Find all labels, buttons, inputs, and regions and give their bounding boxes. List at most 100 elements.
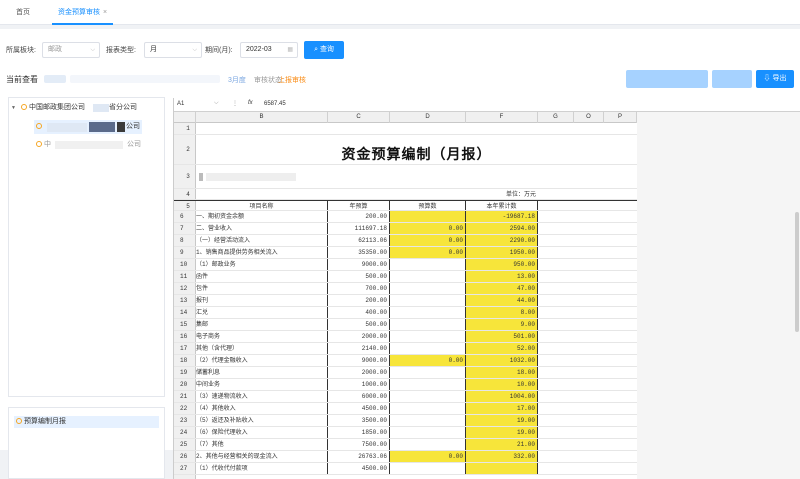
- report-type-select[interactable]: 月 ⌵: [144, 42, 202, 58]
- cell-cumulative[interactable]: 52.00: [466, 343, 538, 354]
- export-button[interactable]: ⇩ 导出: [756, 70, 794, 88]
- cell-annual[interactable]: 7500.00: [328, 439, 390, 450]
- col-o[interactable]: O: [574, 112, 604, 123]
- row-number[interactable]: 21: [180, 391, 196, 402]
- cell-annual[interactable]: 9000.00: [328, 259, 390, 270]
- cell-name[interactable]: 二、营业收入: [196, 223, 328, 234]
- cell-annual[interactable]: 3500.00: [328, 415, 390, 426]
- action-button-1[interactable]: [626, 70, 708, 88]
- cell-cumulative[interactable]: [466, 463, 538, 474]
- cell-budget[interactable]: [390, 403, 466, 414]
- cell-budget[interactable]: [390, 283, 466, 294]
- cell-budget[interactable]: 0.00: [390, 451, 466, 462]
- cell-annual[interactable]: 500.00: [328, 319, 390, 330]
- cell-name[interactable]: （6）保险代理收入: [196, 427, 328, 438]
- cell-cumulative[interactable]: 47.00: [466, 283, 538, 294]
- cell-cumulative[interactable]: 1032.00: [466, 355, 538, 366]
- cell-cumulative[interactable]: 18.00: [466, 367, 538, 378]
- cell-budget[interactable]: [390, 367, 466, 378]
- cell-annual[interactable]: 1850.00: [328, 427, 390, 438]
- more-icon[interactable]: ⋮: [232, 100, 238, 107]
- row-number[interactable]: 25: [180, 439, 196, 450]
- cell-cumulative[interactable]: 950.00: [466, 259, 538, 270]
- row-number[interactable]: 2: [180, 135, 196, 164]
- row-number[interactable]: 3: [180, 165, 196, 188]
- cell-cumulative[interactable]: 1950.00: [466, 247, 538, 258]
- row-number[interactable]: 12: [180, 283, 196, 294]
- cell-name[interactable]: （4）其他收入: [196, 403, 328, 414]
- cell-budget[interactable]: [390, 415, 466, 426]
- row-number[interactable]: 8: [180, 235, 196, 246]
- row-number[interactable]: 9: [180, 247, 196, 258]
- row-number[interactable]: 24: [180, 427, 196, 438]
- cell-annual[interactable]: 1000.00: [328, 379, 390, 390]
- form-item-monthly-budget[interactable]: 预算编制月报: [14, 416, 159, 428]
- cell-name[interactable]: （7）其他: [196, 439, 328, 450]
- cell-cumulative[interactable]: 501.00: [466, 331, 538, 342]
- cell-cumulative[interactable]: 13.00: [466, 271, 538, 282]
- tab-budget-review[interactable]: 资金预算审核 ×: [52, 0, 114, 25]
- row-number[interactable]: 1: [180, 123, 196, 134]
- row-number[interactable]: 26: [180, 451, 196, 462]
- row-number[interactable]: 23: [180, 415, 196, 426]
- cell-budget[interactable]: [390, 391, 466, 402]
- chevron-down-icon[interactable]: ⌵: [214, 100, 219, 107]
- cell-budget[interactable]: 0.00: [390, 223, 466, 234]
- cell-annual[interactable]: 26763.06: [328, 451, 390, 462]
- cell-cumulative[interactable]: 19.00: [466, 415, 538, 426]
- cell-name[interactable]: 一、期初资金余额: [196, 211, 328, 222]
- row-number[interactable]: 4: [180, 189, 196, 199]
- cell-annual[interactable]: 400.00: [328, 307, 390, 318]
- cell-name[interactable]: 1、销售商品提供劳务相关流入: [196, 247, 328, 258]
- cell-cumulative[interactable]: 19.00: [466, 427, 538, 438]
- cell-name[interactable]: （一）经营活动流入: [196, 235, 328, 246]
- cell-annual[interactable]: 4500.00: [328, 463, 390, 474]
- cell-name[interactable]: 其他（含代理）: [196, 343, 328, 354]
- cell-budget[interactable]: 0.00: [390, 235, 466, 246]
- cell-budget[interactable]: [390, 307, 466, 318]
- cell-cumulative[interactable]: 332.00: [466, 451, 538, 462]
- row-number[interactable]: 11: [180, 271, 196, 282]
- cell-name[interactable]: 电子商务: [196, 331, 328, 342]
- cell-budget[interactable]: [390, 331, 466, 342]
- cell-cumulative[interactable]: 10.00: [466, 379, 538, 390]
- cell-annual[interactable]: 500.00: [328, 271, 390, 282]
- tree-node-2[interactable]: 中: [36, 139, 51, 151]
- period-picker[interactable]: 2022-03 ▦: [240, 42, 298, 58]
- query-button[interactable]: ⌕ 查询: [304, 41, 344, 59]
- cell-cumulative[interactable]: 2594.00: [466, 223, 538, 234]
- cell-budget[interactable]: [390, 295, 466, 306]
- row-number[interactable]: 19: [180, 367, 196, 378]
- scrollbar[interactable]: [795, 212, 799, 332]
- row-number[interactable]: 10: [180, 259, 196, 270]
- cell-budget[interactable]: [390, 427, 466, 438]
- cell-annual[interactable]: 62113.06: [328, 235, 390, 246]
- caret-down-icon[interactable]: ▼: [11, 105, 16, 111]
- cell-cumulative[interactable]: -19687.18: [466, 211, 538, 222]
- col-c[interactable]: C: [328, 112, 390, 123]
- row-number[interactable]: 17: [180, 343, 196, 354]
- cell-annual[interactable]: 2000.00: [328, 367, 390, 378]
- cell-name[interactable]: （1）邮政业务: [196, 259, 328, 270]
- tree-node-1[interactable]: [36, 121, 44, 133]
- cell-budget[interactable]: 0.00: [390, 355, 466, 366]
- col-b[interactable]: B: [196, 112, 328, 123]
- cell-name[interactable]: 集邮: [196, 319, 328, 330]
- row-number[interactable]: 7: [180, 223, 196, 234]
- cell-annual[interactable]: 35350.00: [328, 247, 390, 258]
- section-select[interactable]: 邮政 ⌵: [42, 42, 100, 58]
- row-number[interactable]: 13: [180, 295, 196, 306]
- cell-annual[interactable]: 6000.00: [328, 391, 390, 402]
- col-g[interactable]: G: [538, 112, 574, 123]
- cell-budget[interactable]: [390, 343, 466, 354]
- row-number[interactable]: 14: [180, 307, 196, 318]
- cell-cumulative[interactable]: 9.00: [466, 319, 538, 330]
- cell-name[interactable]: （2）代理金融收入: [196, 355, 328, 366]
- cell-budget[interactable]: [390, 379, 466, 390]
- row-number[interactable]: 18: [180, 355, 196, 366]
- formula-input[interactable]: 6587.45: [264, 101, 286, 107]
- cell-budget[interactable]: [390, 211, 466, 222]
- row-number[interactable]: 5: [180, 201, 196, 210]
- cell-cumulative[interactable]: 2290.00: [466, 235, 538, 246]
- close-icon[interactable]: ×: [103, 9, 107, 16]
